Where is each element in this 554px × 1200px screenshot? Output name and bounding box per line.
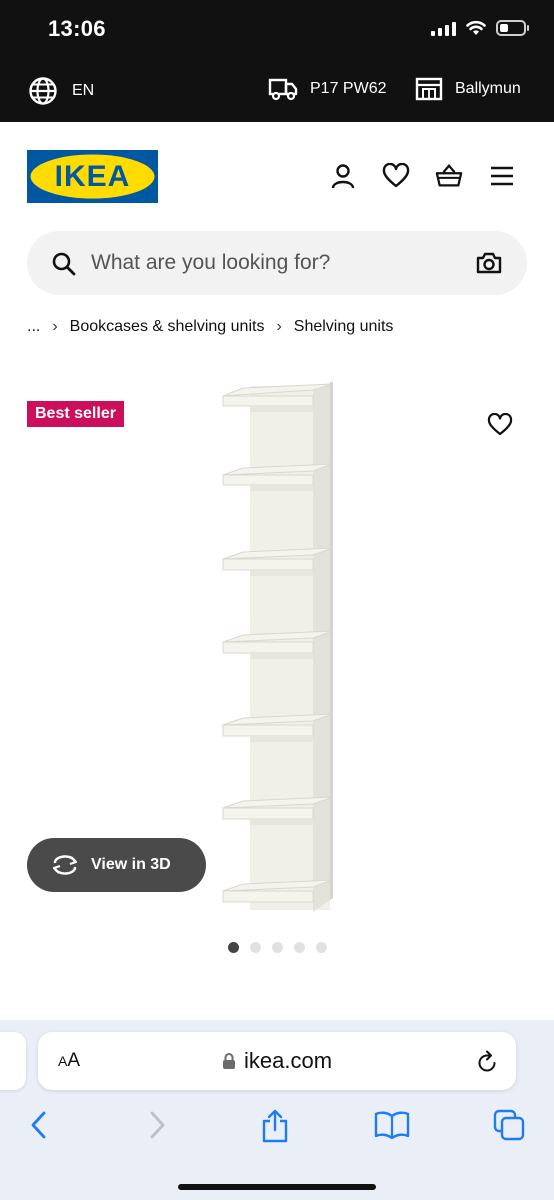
best-seller-badge: Best seller — [27, 401, 124, 427]
carousel-dot[interactable] — [316, 942, 327, 953]
utility-strip: EN P17 PW62 Ballymun — [0, 60, 554, 122]
carousel-dot[interactable] — [272, 942, 283, 953]
url-domain: ikea.com — [244, 1048, 333, 1073]
store-selector[interactable]: Ballymun — [415, 76, 521, 102]
delivery-truck-icon — [268, 78, 298, 101]
carousel-dot[interactable] — [228, 942, 239, 953]
language-label: EN — [72, 82, 95, 99]
wifi-icon — [466, 20, 486, 35]
battery-icon — [496, 20, 529, 36]
previous-tab-preview[interactable] — [0, 1032, 26, 1090]
image-carousel-dots — [228, 942, 327, 953]
postcode-label: P17 PW62 — [310, 80, 387, 97]
carousel-dot[interactable] — [294, 942, 305, 953]
address-bar[interactable]: AA ikea.com — [38, 1032, 516, 1090]
camera-icon[interactable] — [475, 251, 503, 275]
chevron-right-icon: › — [52, 318, 58, 335]
status-icons — [431, 20, 529, 36]
reload-icon[interactable] — [476, 1050, 498, 1074]
language-selector[interactable]: EN — [28, 76, 94, 106]
breadcrumb-item-bookcases[interactable]: Bookcases & shelving units — [70, 318, 265, 336]
product-image-wall-shelf[interactable] — [205, 378, 355, 918]
browser-chrome: AA ikea.com — [0, 1020, 554, 1200]
forward-arrow-icon[interactable] — [146, 1108, 168, 1142]
account-icon[interactable] — [329, 162, 357, 190]
ikea-logo[interactable]: IKEA — [27, 150, 158, 203]
basket-icon[interactable] — [435, 162, 463, 190]
search-icon — [52, 252, 76, 276]
store-icon — [415, 77, 443, 101]
globe-icon — [29, 77, 57, 105]
home-indicator — [178, 1184, 376, 1190]
store-label: Ballymun — [455, 80, 521, 97]
favourites-heart-icon[interactable] — [382, 162, 410, 190]
share-icon[interactable] — [260, 1108, 290, 1144]
delivery-postcode[interactable]: P17 PW62 — [268, 76, 386, 102]
reader-aa-button[interactable]: AA — [58, 1050, 80, 1072]
top-bar: 13:06 EN P17 PW62 Ballymun — [0, 0, 554, 122]
search-input[interactable]: What are you looking for? — [27, 231, 527, 295]
bookmarks-book-icon[interactable] — [374, 1108, 410, 1142]
status-time: 13:06 — [48, 16, 106, 41]
breadcrumb: ... › Bookcases & shelving units › Shelv… — [27, 318, 393, 336]
header-actions — [329, 162, 516, 190]
carousel-dot[interactable] — [250, 942, 261, 953]
back-arrow-icon[interactable] — [28, 1108, 50, 1142]
status-bar: 13:06 — [0, 0, 554, 60]
breadcrumb-item-shelving-units[interactable]: Shelving units — [294, 318, 394, 336]
view-in-3d-label: View in 3D — [91, 856, 171, 873]
chevron-right-icon: › — [276, 318, 282, 335]
view-in-3d-button[interactable]: View in 3D — [27, 838, 206, 892]
lock-icon — [223, 1053, 235, 1069]
menu-icon[interactable] — [488, 162, 516, 190]
breadcrumb-ellipsis[interactable]: ... — [27, 318, 40, 336]
search-placeholder: What are you looking for? — [91, 251, 331, 274]
tabs-icon[interactable] — [492, 1108, 526, 1142]
browser-toolbar — [0, 1108, 554, 1158]
rotate-3d-icon — [52, 855, 78, 875]
logo-text: IKEA — [55, 160, 131, 193]
save-to-favourites-heart-icon[interactable] — [487, 413, 513, 437]
cellular-signal-icon — [431, 20, 456, 36]
